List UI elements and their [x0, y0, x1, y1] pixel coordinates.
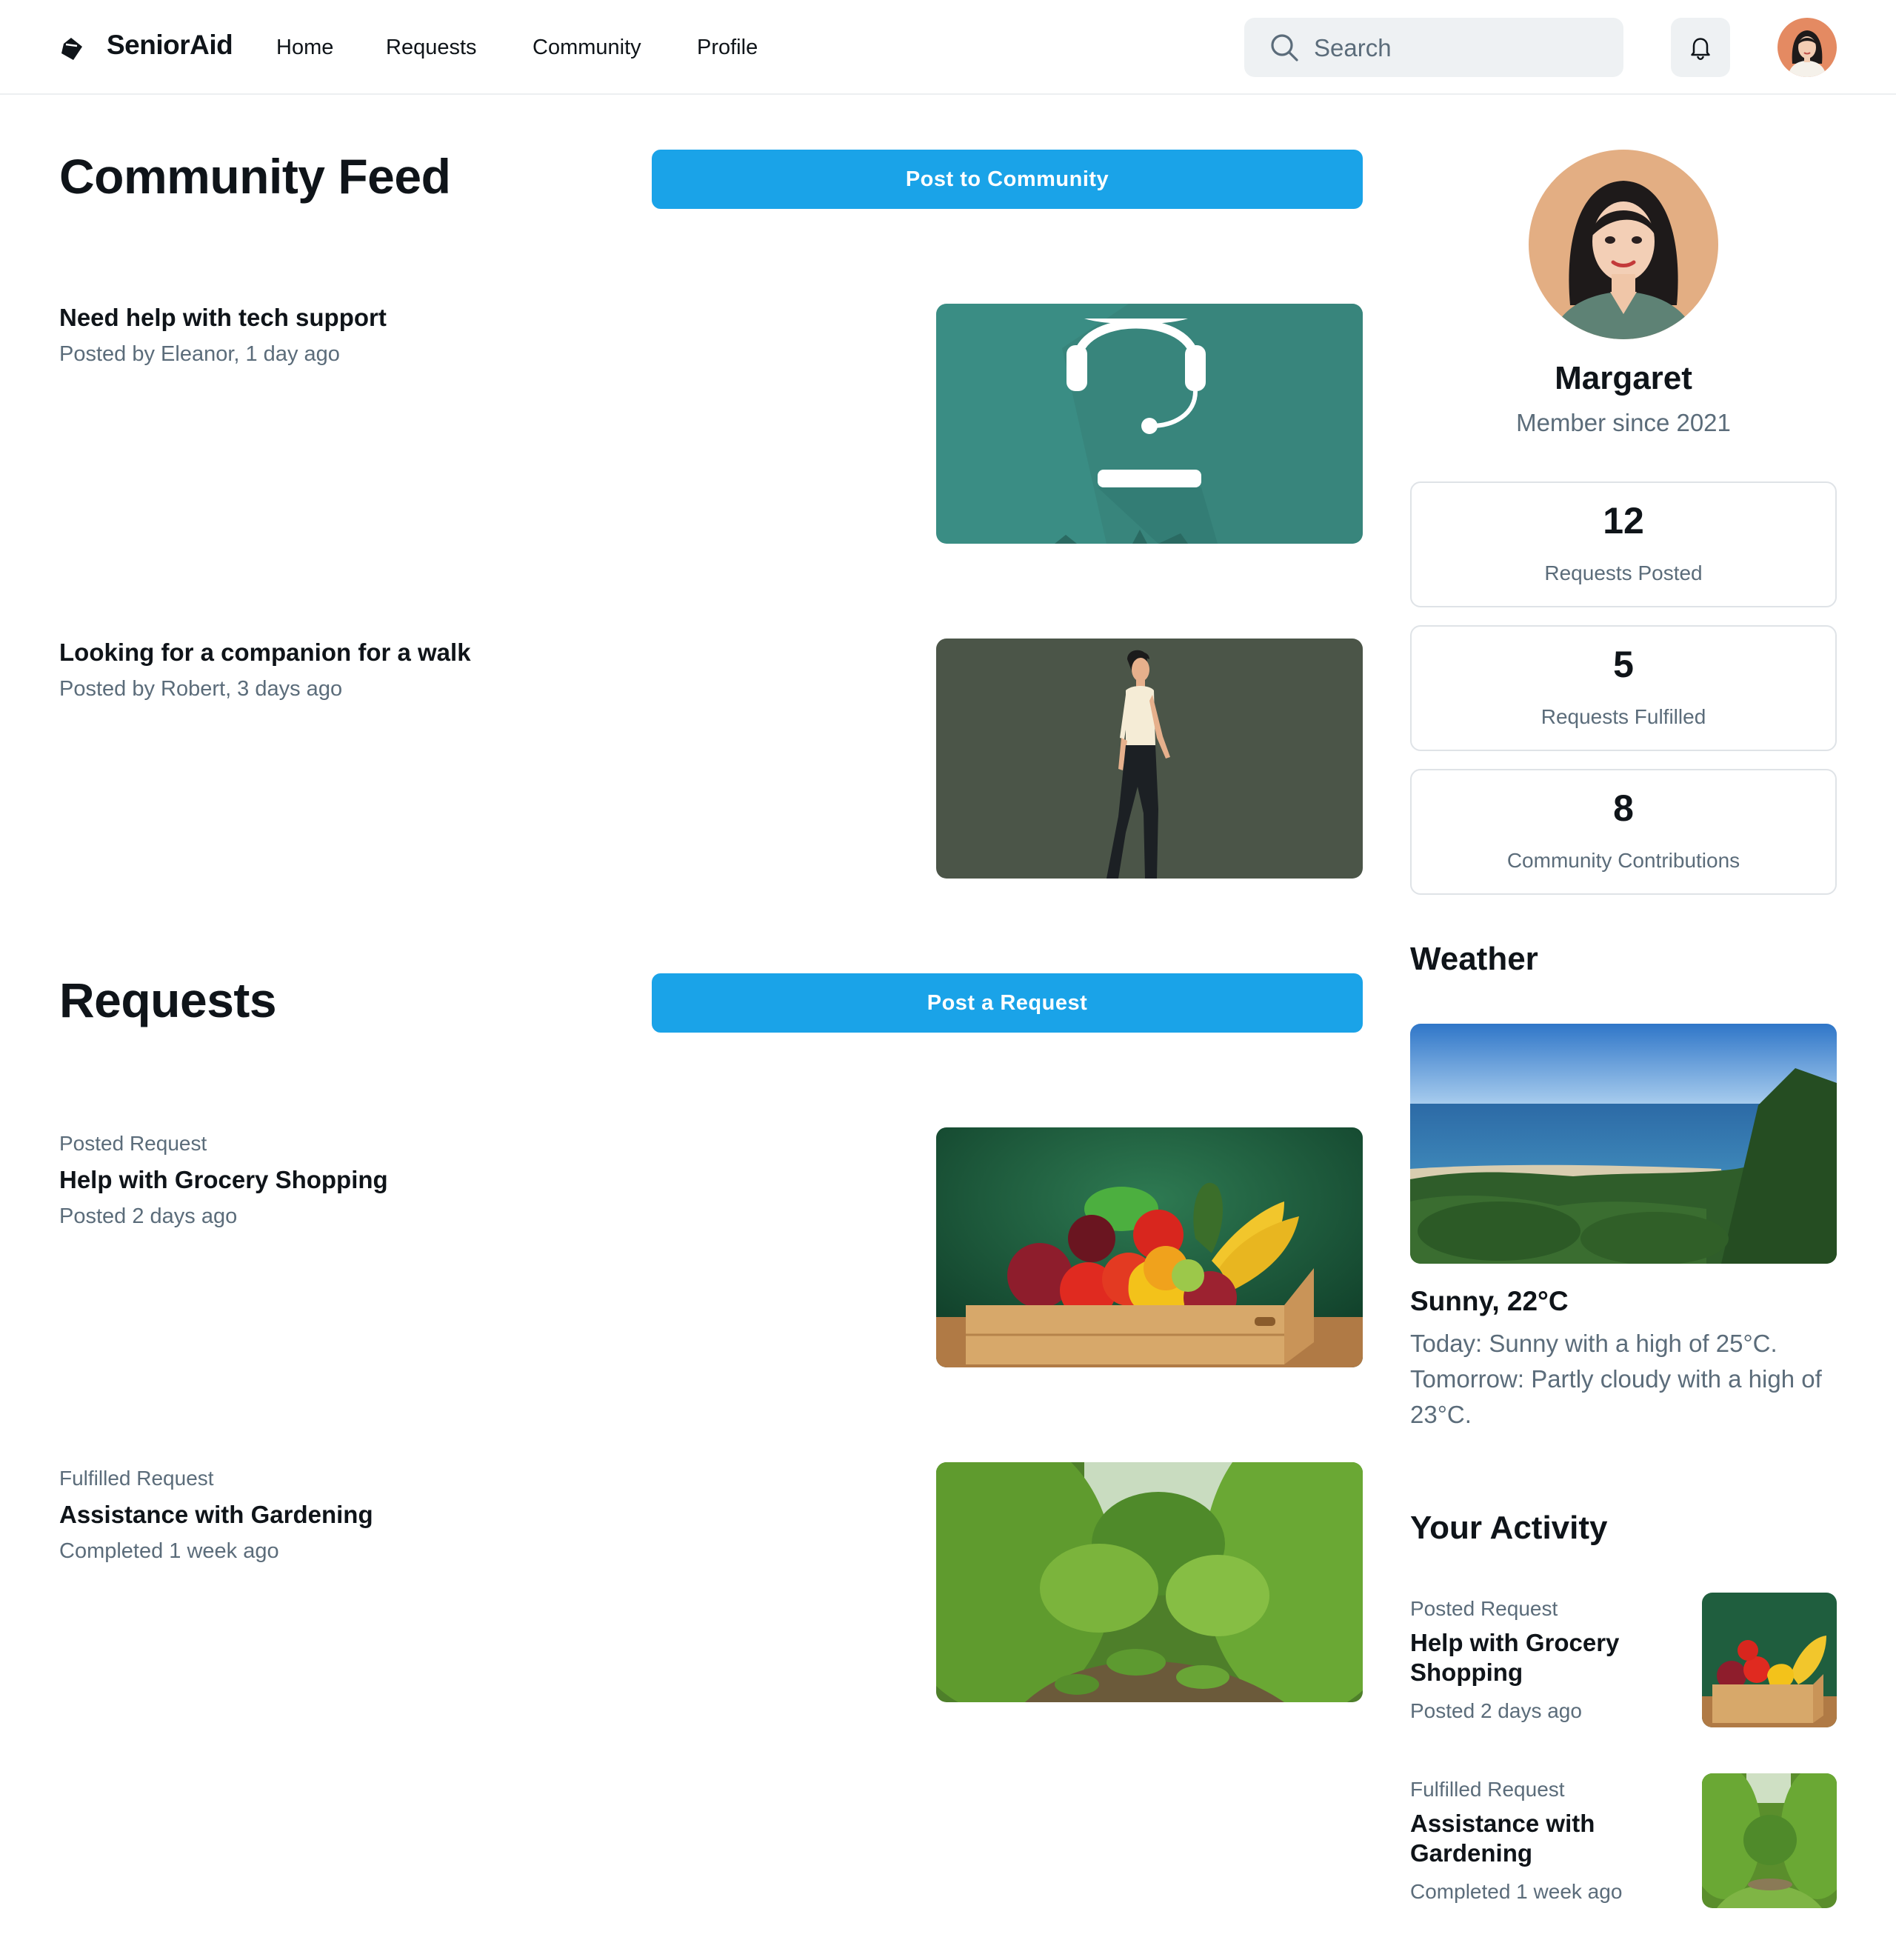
request-meta: Posted 2 days ago [59, 1204, 238, 1228]
stat-label: Requests Fulfilled [1540, 705, 1706, 728]
activity-title[interactable]: Assistance with Gardening [1410, 1809, 1655, 1868]
activity-meta: Posted 2 days ago [1410, 1699, 1582, 1722]
your-activity-title: Your Activity [1410, 1510, 1608, 1546]
stat-label: Community Contributions [1506, 849, 1740, 872]
stat-label: Requests Posted [1544, 561, 1703, 584]
user-avatar[interactable] [1778, 18, 1837, 77]
activity-garden-thumbnail[interactable] [1702, 1773, 1837, 1908]
weather-condition: Sunny, 22°C [1410, 1286, 1569, 1316]
stat-card-requests-posted: 12 Requests Posted [1410, 481, 1837, 607]
notifications-button[interactable] [1671, 18, 1730, 77]
garden-photo[interactable] [936, 1462, 1363, 1702]
request-title[interactable]: Help with Grocery Shopping [59, 1166, 388, 1194]
activity-status: Posted Request [1410, 1597, 1558, 1620]
request-title[interactable]: Assistance with Gardening [59, 1501, 373, 1529]
activity-status: Fulfilled Request [1410, 1778, 1565, 1801]
search-box[interactable] [1244, 18, 1623, 79]
profile-name: Margaret [1555, 360, 1692, 396]
nav-community[interactable]: Community [533, 36, 641, 60]
page: SeniorAid Home Requests Community Profil… [0, 0, 1896, 1960]
search-icon [1269, 33, 1299, 62]
community-feed-title: Community Feed [59, 149, 451, 204]
nav-home[interactable]: Home [276, 36, 333, 60]
request-meta: Completed 1 week ago [59, 1539, 279, 1563]
top-bar: SeniorAid Home Requests Community Profil… [0, 0, 1896, 95]
post-meta: Posted by Robert, 3 days ago [59, 677, 343, 701]
walking-man-illustration[interactable] [936, 639, 1363, 879]
post-title[interactable]: Looking for a companion for a walk [59, 639, 471, 667]
stat-card-requests-fulfilled: 5 Requests Fulfilled [1410, 625, 1837, 751]
post-a-request-button[interactable]: Post a Request [652, 973, 1363, 1033]
activity-title[interactable]: Help with Grocery Shopping [1410, 1628, 1655, 1687]
bell-icon [1691, 38, 1710, 61]
stat-value: 8 [1613, 787, 1634, 829]
requests-title: Requests [59, 973, 277, 1027]
post-title[interactable]: Need help with tech support [59, 304, 387, 332]
search-input[interactable] [1312, 18, 1612, 79]
stat-value: 12 [1603, 500, 1644, 541]
grocery-crate-photo[interactable] [936, 1127, 1363, 1367]
post-meta: Posted by Eleanor, 1 day ago [59, 342, 340, 366]
request-status: Posted Request [59, 1132, 207, 1155]
weather-description: Today: Sunny with a high of 25°C. Tomorr… [1410, 1330, 1822, 1428]
activity-meta: Completed 1 week ago [1410, 1880, 1623, 1903]
profile-member-since: Member since 2021 [1516, 409, 1731, 436]
diamond-logo-icon[interactable] [59, 37, 83, 61]
nav-profile[interactable]: Profile [697, 36, 758, 60]
headset-illustration[interactable] [936, 304, 1363, 544]
stat-card-community-contributions: 8 Community Contributions [1410, 769, 1837, 895]
profile-avatar[interactable] [1529, 150, 1718, 339]
weather-coast-photo [1410, 1024, 1837, 1264]
stat-value: 5 [1613, 644, 1634, 685]
app-brand[interactable]: SeniorAid [107, 30, 233, 61]
request-status: Fulfilled Request [59, 1467, 214, 1490]
post-to-community-button[interactable]: Post to Community [652, 150, 1363, 209]
activity-grocery-thumbnail[interactable] [1702, 1593, 1837, 1727]
nav-requests[interactable]: Requests [386, 36, 477, 60]
weather-title: Weather [1410, 941, 1538, 977]
